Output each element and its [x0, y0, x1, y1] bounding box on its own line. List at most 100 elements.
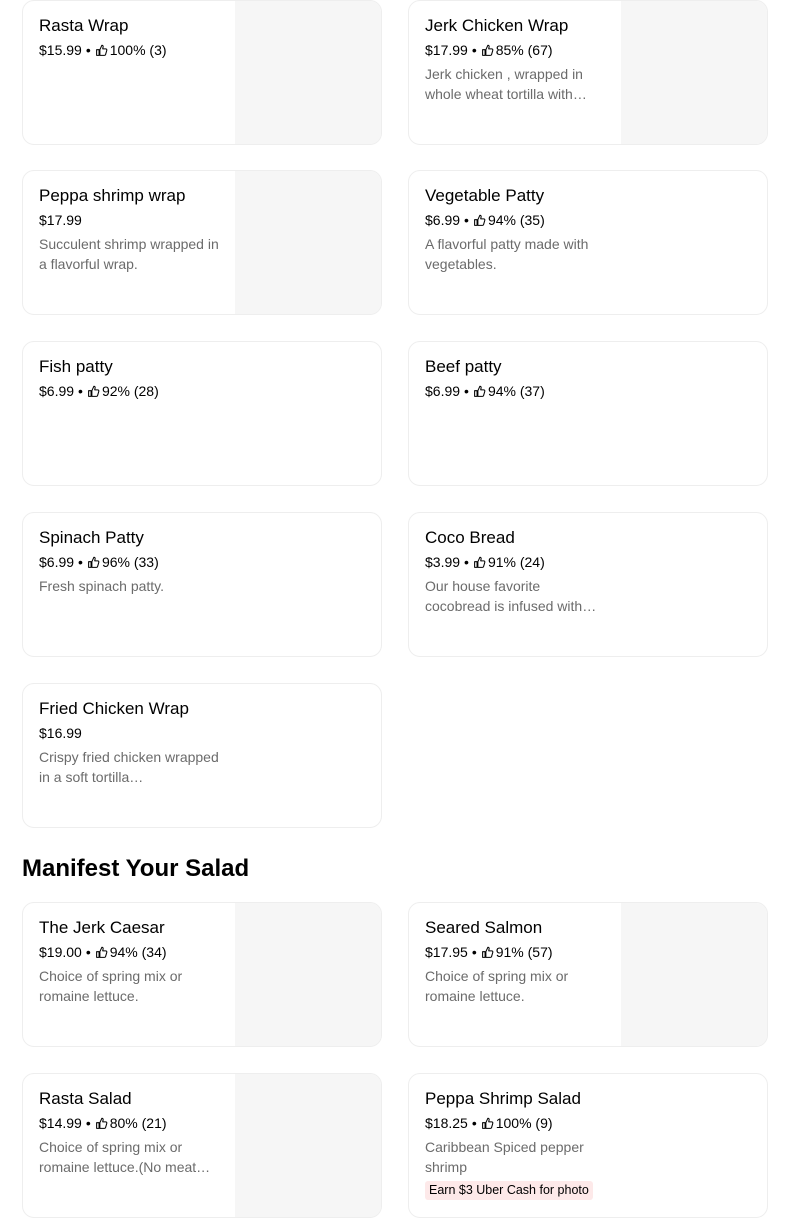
menu-item-card[interactable]: Rasta Wrap $15.99 • 100% (3) — [22, 0, 382, 145]
item-price: $6.99 — [425, 383, 461, 399]
menu-item-card[interactable]: Seared Salmon $17.95 • 91% (57) Choice of sp… — [408, 902, 768, 1047]
thumbs-up-icon — [481, 44, 494, 57]
separator-dot: • — [464, 554, 469, 570]
item-meta: $6.99 • 94% (37) — [425, 381, 605, 401]
item-name: Seared Salmon — [425, 918, 543, 937]
menu-item-card[interactable]: Fried Chicken Wrap $16.99 Crispy fried chi… — [22, 683, 382, 828]
item-name: Vegetable Patty — [425, 186, 545, 205]
item-description: Crispy fried chicken wrapped in a soft t… — [39, 749, 219, 785]
thumbs-up-icon — [481, 1117, 494, 1130]
item-image-placeholder — [235, 171, 381, 314]
separator-dot: • — [78, 554, 83, 570]
item-rating: 92% (28) — [101, 383, 159, 399]
item-description: A flavorful patty made with vegetables. — [425, 236, 589, 272]
item-name: Rasta Wrap — [39, 16, 129, 35]
thumbs-up-icon — [95, 946, 108, 959]
item-meta: $3.99 • 91% (24) — [425, 552, 605, 572]
item-price: $6.99 — [39, 383, 75, 399]
item-description: Our house favorite cocobread is infused … — [425, 578, 597, 614]
separator-dot: • — [471, 1115, 477, 1131]
item-rating: 94% (35) — [487, 212, 545, 228]
item-rating: 91% (57) — [495, 944, 553, 960]
item-meta: $17.99 — [39, 210, 219, 230]
item-rating: 80% (21) — [109, 1115, 167, 1131]
item-name: Beef patty — [425, 357, 502, 376]
item-meta: $17.99 • 85% (67) — [425, 40, 605, 60]
item-description: Fresh spinach patty. — [39, 578, 165, 594]
item-name: Peppa Shrimp Salad — [425, 1089, 581, 1108]
item-meta: $16.99 — [39, 723, 219, 743]
separator-dot: • — [471, 42, 477, 58]
item-name: Jerk Chicken Wrap — [425, 16, 569, 35]
thumbs-up-icon — [95, 44, 108, 57]
menu-item-card[interactable]: Fish patty $6.99 • 92% (28) — [22, 341, 382, 486]
item-meta: $18.25 • 100% (9) — [425, 1113, 605, 1133]
uber-cash-photo-badge[interactable]: Earn $3 Uber Cash for photo — [425, 1181, 593, 1200]
item-name: Rasta Salad — [39, 1089, 132, 1108]
menu-item-card[interactable]: Beef patty $6.99 • 94% (37) — [408, 341, 768, 486]
thumbs-up-icon — [87, 385, 100, 398]
item-image-placeholder — [235, 903, 381, 1046]
item-name: Coco Bread — [425, 528, 515, 547]
item-description: Succulent shrimp wrapped in a flavorful … — [39, 236, 219, 272]
menu-item-card[interactable]: Peppa Shrimp Salad $18.25 • 100% (9) Caribbe… — [408, 1073, 768, 1218]
thumbs-up-icon — [473, 385, 486, 398]
menu-item-card[interactable]: The Jerk Caesar $19.00 • 94% (34) Choice of … — [22, 902, 382, 1047]
item-name: Fish patty — [39, 357, 113, 376]
item-meta: $15.99 • 100% (3) — [39, 40, 219, 60]
item-rating: 100% (9) — [495, 1115, 553, 1131]
item-description: Choice of spring mix or romaine lettuce.… — [39, 1139, 211, 1175]
item-price: $17.95 — [425, 944, 468, 960]
thumbs-up-icon — [87, 556, 100, 569]
item-price: $19.00 — [39, 944, 82, 960]
item-meta: $6.99 • 96% (33) — [39, 552, 219, 572]
separator-dot: • — [464, 212, 469, 228]
item-price: $15.99 — [39, 42, 82, 58]
separator-dot: • — [464, 383, 469, 399]
thumbs-up-icon — [473, 214, 486, 227]
item-price: $6.99 — [39, 554, 75, 570]
menu-item-card[interactable]: Rasta Salad $14.99 • 80% (21) Choice of spri… — [22, 1073, 382, 1218]
item-name: Fried Chicken Wrap — [39, 699, 189, 718]
menu-item-card[interactable]: Spinach Patty $6.99 • 96% (33) Fresh spinach… — [22, 512, 382, 657]
thumbs-up-icon — [95, 1117, 108, 1130]
item-rating: 94% (37) — [487, 383, 545, 399]
section-title-salad: Manifest Your Salad — [22, 855, 250, 882]
item-description: Choice of spring mix or romaine lettuce. — [425, 968, 569, 1004]
item-price: $17.99 — [425, 42, 468, 58]
item-price: $6.99 — [425, 212, 461, 228]
separator-dot: • — [78, 383, 83, 399]
item-image-placeholder — [621, 903, 767, 1046]
item-rating: 85% (67) — [495, 42, 553, 58]
item-rating: 94% (34) — [109, 944, 167, 960]
menu-item-card[interactable]: Vegetable Patty $6.99 • 94% (35) A flavorful… — [408, 170, 768, 315]
separator-dot: • — [85, 1115, 91, 1131]
separator-dot: • — [85, 944, 91, 960]
item-image-placeholder — [235, 1, 381, 144]
item-name: Spinach Patty — [39, 528, 144, 547]
separator-dot: • — [471, 944, 477, 960]
item-meta: $6.99 • 92% (28) — [39, 381, 219, 401]
item-rating: 100% (3) — [109, 42, 167, 58]
item-price: $16.99 — [39, 725, 82, 741]
item-price: $14.99 — [39, 1115, 82, 1131]
separator-dot: • — [85, 42, 91, 58]
item-name: The Jerk Caesar — [39, 918, 165, 937]
menu-item-card[interactable]: Coco Bread $3.99 • 91% (24) Our house favori… — [408, 512, 768, 657]
item-meta: $17.95 • 91% (57) — [425, 942, 605, 962]
item-meta: $14.99 • 80% (21) — [39, 1113, 219, 1133]
thumbs-up-icon — [473, 556, 486, 569]
item-name: Peppa shrimp wrap — [39, 186, 186, 205]
item-image-placeholder — [235, 1074, 381, 1217]
item-image-placeholder — [621, 1, 767, 144]
item-description: Jerk chicken , wrapped in whole wheat to… — [425, 66, 587, 102]
menu-item-card[interactable]: Jerk Chicken Wrap $17.99 • 85% (67) Jerk chi… — [408, 0, 768, 145]
item-description: Choice of spring mix or romaine lettuce. — [39, 968, 183, 1004]
item-price: $3.99 — [425, 554, 461, 570]
item-price: $18.25 — [425, 1115, 468, 1131]
item-description: Caribbean Spiced pepper shrimp — [425, 1139, 584, 1175]
thumbs-up-icon — [481, 946, 494, 959]
menu-item-card[interactable]: Peppa shrimp wrap $17.99 Succulent shrimp … — [22, 170, 382, 315]
item-meta: $19.00 • 94% (34) — [39, 942, 219, 962]
item-price: $17.99 — [39, 212, 82, 228]
